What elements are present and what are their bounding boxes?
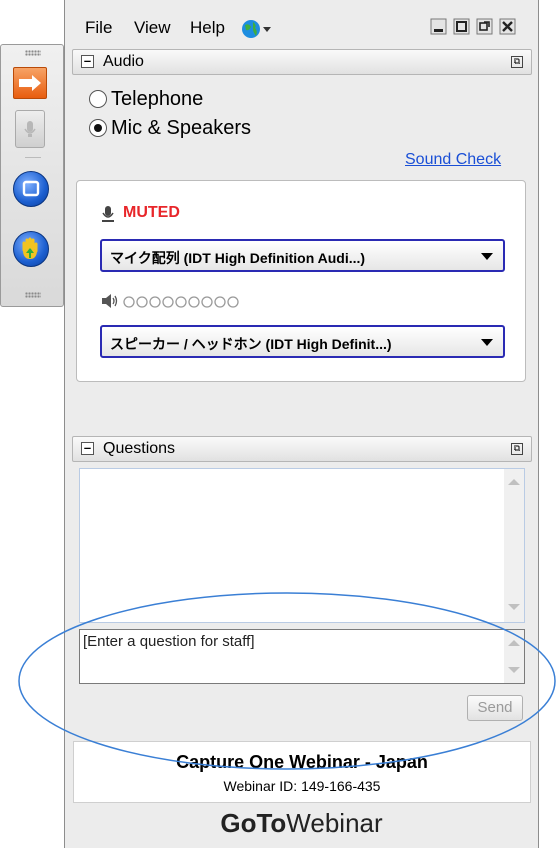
annotation-ellipse: [18, 592, 556, 770]
